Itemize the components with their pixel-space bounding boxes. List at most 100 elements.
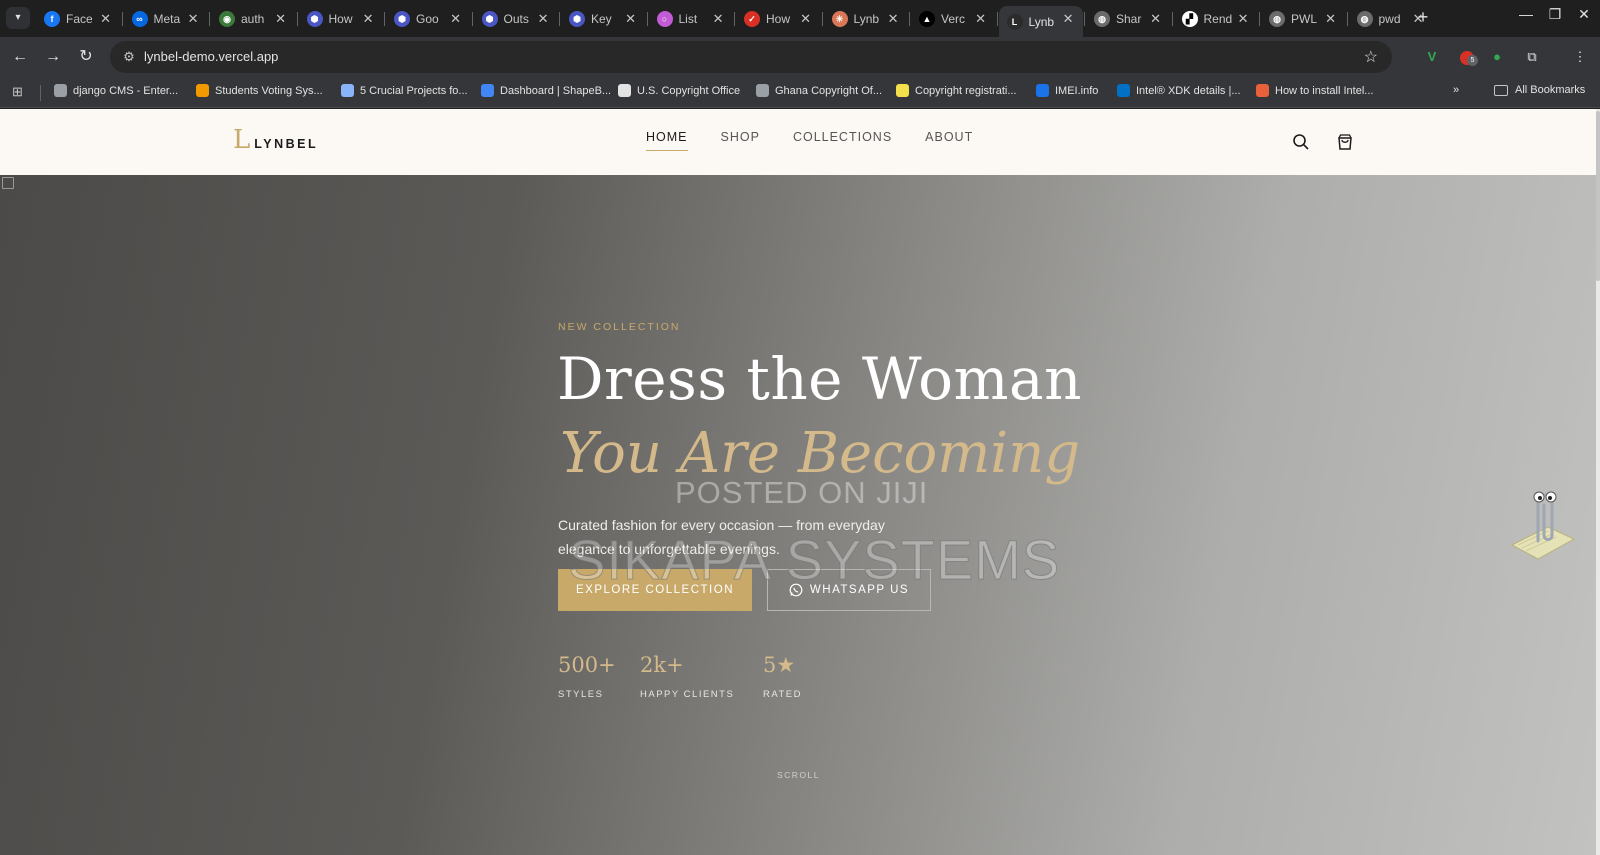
hero-eyebrow: NEW COLLECTION [558,321,681,333]
bookmark-favicon-icon [1117,84,1130,97]
restore-icon[interactable]: ❐ [1541,6,1569,23]
nav-link-collections[interactable]: COLLECTIONS [793,130,892,151]
browser-tab[interactable]: ∞ Meta ✕ [124,6,208,32]
apps-grid-icon[interactable]: ⊞ [12,84,23,100]
nav-link-shop[interactable]: SHOP [721,130,760,151]
browser-tab[interactable]: L Lynb ✕ [998,6,1083,37]
scrollbar-thumb[interactable] [1596,111,1600,281]
close-tab-icon[interactable]: ✕ [713,11,724,27]
close-tab-icon[interactable]: ✕ [1150,11,1161,27]
extension-badge-icon[interactable]: 5 [1455,47,1479,67]
close-tab-icon[interactable]: ✕ [1063,11,1074,27]
address-bar[interactable]: ⚙ lynbel-demo.vercel.app ☆ [110,41,1392,73]
close-tab-icon[interactable]: ✕ [275,11,286,27]
search-icon[interactable] [1292,133,1310,151]
stat-rated: 5★ RATED [763,653,802,700]
browser-tab[interactable]: ✳ Lynb ✕ [824,6,908,32]
close-tab-icon[interactable]: ✕ [1325,11,1336,27]
bookmark-item[interactable]: Students Voting Sys... [196,84,323,97]
page-viewport: L LYNBEL HOME SHOP COLLECTIONS ABOUT NEW CO… [0,109,1600,855]
browser-tab[interactable]: ◍ PWL ✕ [1261,6,1345,32]
tab-title: Key [591,12,612,26]
bookmark-favicon-icon [54,84,67,97]
bookmark-item[interactable]: How to install Intel... [1256,84,1373,97]
site-settings-icon[interactable]: ⚙ [118,46,140,68]
bookmark-favicon-icon [896,84,909,97]
bookmark-favicon-icon [341,84,354,97]
bookmark-label: U.S. Copyright Office [637,84,741,97]
bookmark-favicon-icon [1036,84,1049,97]
tab-separator [1346,12,1348,26]
vue-devtools-icon[interactable]: V [1422,47,1442,67]
shield-icon: ⬢ [394,11,410,27]
browser-tab[interactable]: f Face ✕ [36,6,120,32]
forward-icon[interactable]: → [41,45,65,69]
browser-tab[interactable]: ◉ auth ✕ [211,6,295,32]
tab-separator [1084,12,1085,26]
browser-tab[interactable]: ⬢ Outs ✕ [474,6,558,32]
back-icon[interactable]: ← [8,45,32,69]
close-tab-icon[interactable]: ✕ [100,11,111,27]
bookmark-item[interactable]: U.S. Copyright Office [618,84,740,97]
browser-tab[interactable]: ○ List ✕ [649,6,733,32]
browser-tab[interactable]: ▞ Rend ✕ [1174,6,1258,32]
browser-tab[interactable]: ▲ Verc ✕ [911,6,995,32]
close-tab-icon[interactable]: ✕ [625,11,636,27]
tab-separator [1171,12,1173,26]
bookmark-item[interactable]: 5 Crucial Projects fo... [341,84,468,97]
close-tab-icon[interactable]: ✕ [538,11,549,27]
bookmark-label: Dashboard | ShapeB... [500,84,612,97]
tab-separator [209,12,210,26]
tab-separator [1259,12,1260,26]
close-tab-icon[interactable]: ✕ [1238,11,1249,27]
close-tab-icon[interactable]: ✕ [975,11,986,27]
nav-link-about[interactable]: ABOUT [925,130,973,151]
check-icon: ✓ [744,11,760,27]
close-tab-icon[interactable]: ✕ [888,11,899,27]
more-bookmarks-icon[interactable]: » [1453,84,1459,96]
bookmark-item[interactable]: IMEI.info [1036,84,1098,97]
bookmark-item[interactable]: django CMS - Enter... [54,84,178,97]
extensions-puzzle-icon[interactable]: ⧉ [1522,47,1542,67]
bookmark-item[interactable]: Dashboard | ShapeB... [481,84,611,97]
tab-title: How [328,12,353,26]
site-logo[interactable]: L LYNBEL [233,127,318,153]
site-header: L LYNBEL HOME SHOP COLLECTIONS ABOUT [0,109,1596,175]
scroll-indicator[interactable]: SCROLL [777,770,820,780]
tab-title: How [766,12,791,26]
browser-tab[interactable]: ✓ How ✕ [736,6,820,32]
tab-title: pwd [1378,12,1401,26]
bookmark-item[interactable]: Intel® XDK details |... [1117,84,1241,97]
bookmark-label: Copyright registrati... [915,84,1017,97]
logo-text: LYNBEL [254,137,319,151]
browser-tab[interactable]: ◍ Shar ✕ [1086,6,1170,32]
close-tab-icon[interactable]: ✕ [363,11,374,27]
browser-tab[interactable]: ⬢ Goo ✕ [386,6,470,32]
bookmark-item[interactable]: Copyright registrati... [896,84,1016,97]
close-tab-icon[interactable]: ✕ [450,11,461,27]
tab-title: Lynb [853,12,880,26]
browser-menu-icon[interactable]: ⋮ [1570,47,1590,67]
close-tab-icon[interactable]: ✕ [188,11,199,27]
bookmark-label: 5 Crucial Projects fo... [360,84,468,97]
reload-icon[interactable]: ↻ [74,45,98,69]
page-scrollbar[interactable] [1596,109,1600,855]
main-nav: HOME SHOP COLLECTIONS ABOUT [646,130,1006,151]
tab-search-button[interactable]: ▾ [6,7,30,29]
bookmark-item[interactable]: Ghana Copyright Of... [756,84,882,97]
clippy-assistant-icon[interactable] [1508,475,1578,565]
globe-icon: ◍ [1356,11,1373,27]
browser-tab[interactable]: ⬢ Key ✕ [561,6,645,32]
nav-link-home[interactable]: HOME [646,130,688,151]
url-text[interactable]: lynbel-demo.vercel.app [144,49,278,64]
shopping-bag-icon[interactable] [1336,133,1354,151]
browser-tab[interactable]: ⬢ How ✕ [299,6,383,32]
green-extension-icon[interactable]: ● [1487,47,1507,67]
close-window-icon[interactable]: ✕ [1570,6,1598,23]
new-tab-button[interactable]: + [1412,7,1434,29]
bookmark-label: django CMS - Enter... [73,84,179,97]
close-tab-icon[interactable]: ✕ [800,11,811,27]
all-bookmarks-button[interactable]: All Bookmarks [1494,84,1585,96]
bookmark-star-icon[interactable]: ☆ [1364,47,1378,67]
minimize-icon[interactable]: — [1512,6,1540,22]
